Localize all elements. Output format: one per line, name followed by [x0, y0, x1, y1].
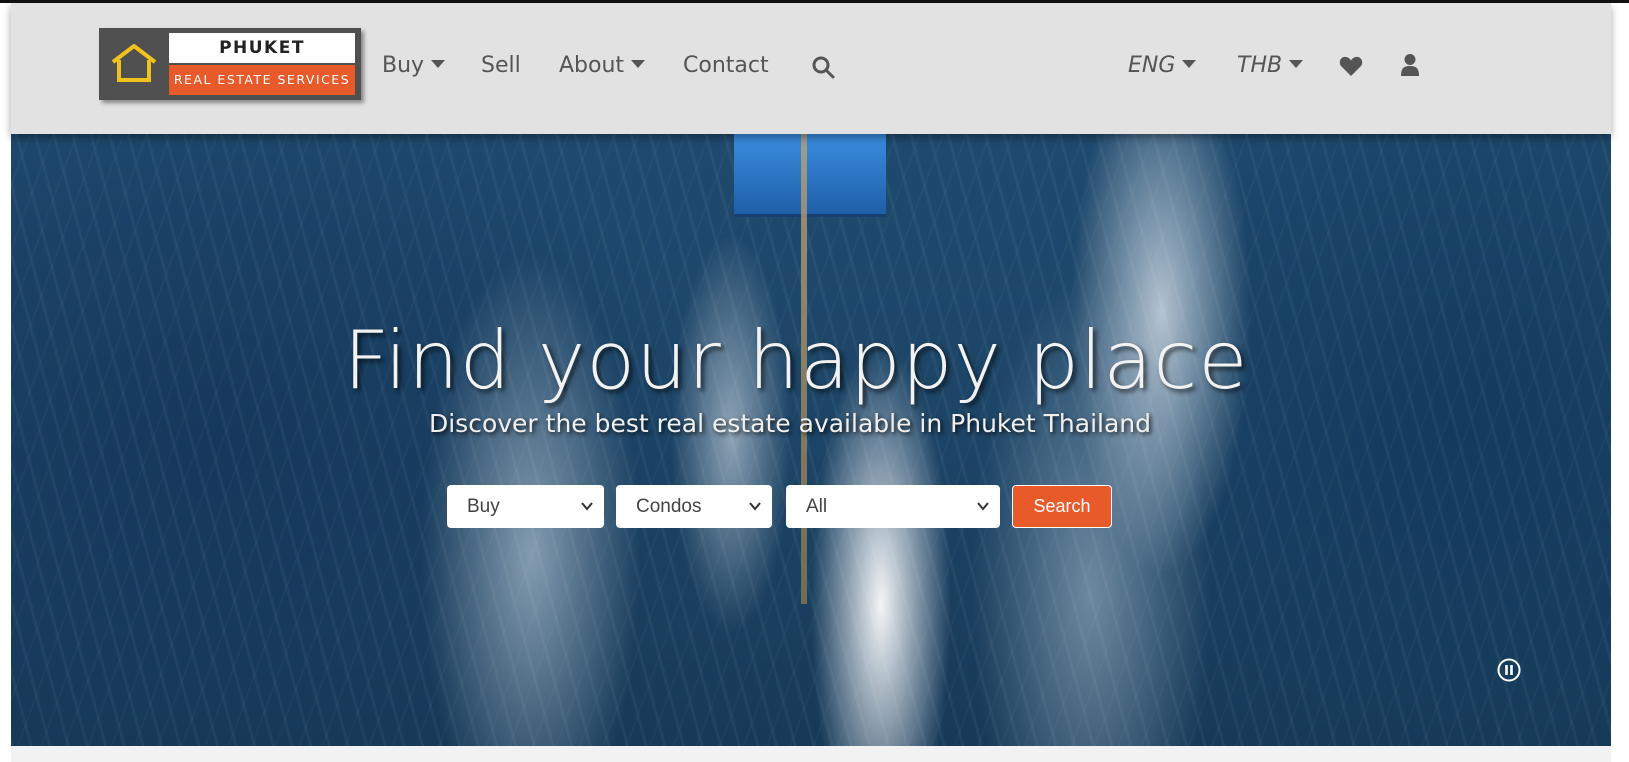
logo-title: PHUKET REALTOR [169, 33, 355, 88]
currency-label: THB [1237, 53, 1283, 78]
search-button[interactable]: Search [1012, 485, 1112, 528]
language-label: ENG [1128, 53, 1176, 78]
sea-texture [11, 134, 1611, 746]
nav-contact[interactable]: Contact [683, 49, 769, 83]
heart-icon[interactable] [1339, 55, 1363, 77]
caret-down-icon [1289, 60, 1304, 68]
left-margin [0, 3, 11, 762]
logo-tagline: REAL ESTATE SERVICES [169, 65, 355, 95]
chevron-down-icon [581, 502, 593, 511]
site-header: PHUKET REALTOR REAL ESTATE SERVICES Buy … [11, 3, 1611, 134]
hero-subtitle: Discover the best real estate available … [428, 409, 1151, 438]
property-type-select-value: Condos [636, 496, 702, 517]
hero-title: Find your happy place [343, 314, 1249, 407]
hero-video: Find your happy place Discover the best … [11, 134, 1611, 746]
property-type-select[interactable]: Condos [616, 485, 772, 528]
right-margin [1611, 3, 1629, 762]
search-icon[interactable] [811, 55, 835, 79]
nav-buy-label: Buy [382, 53, 425, 78]
nav-sell[interactable]: Sell [481, 49, 521, 83]
nav-about[interactable]: About [559, 49, 646, 83]
caret-down-icon [431, 60, 446, 68]
nav-about-label: About [559, 53, 625, 78]
house-icon [111, 44, 157, 82]
nav-buy[interactable]: Buy [382, 49, 446, 83]
nav-sell-label: Sell [481, 53, 521, 78]
language-selector[interactable]: ENG [1128, 49, 1197, 83]
location-select-value: All [806, 496, 828, 517]
logo[interactable]: PHUKET REALTOR REAL ESTATE SERVICES [99, 28, 361, 100]
property-search-form: Buy Condos All Search [11, 485, 1611, 528]
chevron-down-icon [749, 502, 761, 511]
user-icon[interactable] [1400, 53, 1420, 77]
chevron-down-icon [977, 502, 989, 511]
location-select[interactable]: All [786, 485, 1000, 528]
transaction-select[interactable]: Buy [447, 485, 604, 528]
currency-selector[interactable]: THB [1237, 49, 1304, 83]
pause-icon[interactable] [1497, 658, 1521, 682]
boat-bow [734, 134, 886, 217]
caret-down-icon [1182, 60, 1197, 68]
nav-contact-label: Contact [683, 53, 769, 78]
page-content-edge [11, 746, 1611, 762]
transaction-select-value: Buy [467, 496, 500, 517]
caret-down-icon [631, 60, 646, 68]
